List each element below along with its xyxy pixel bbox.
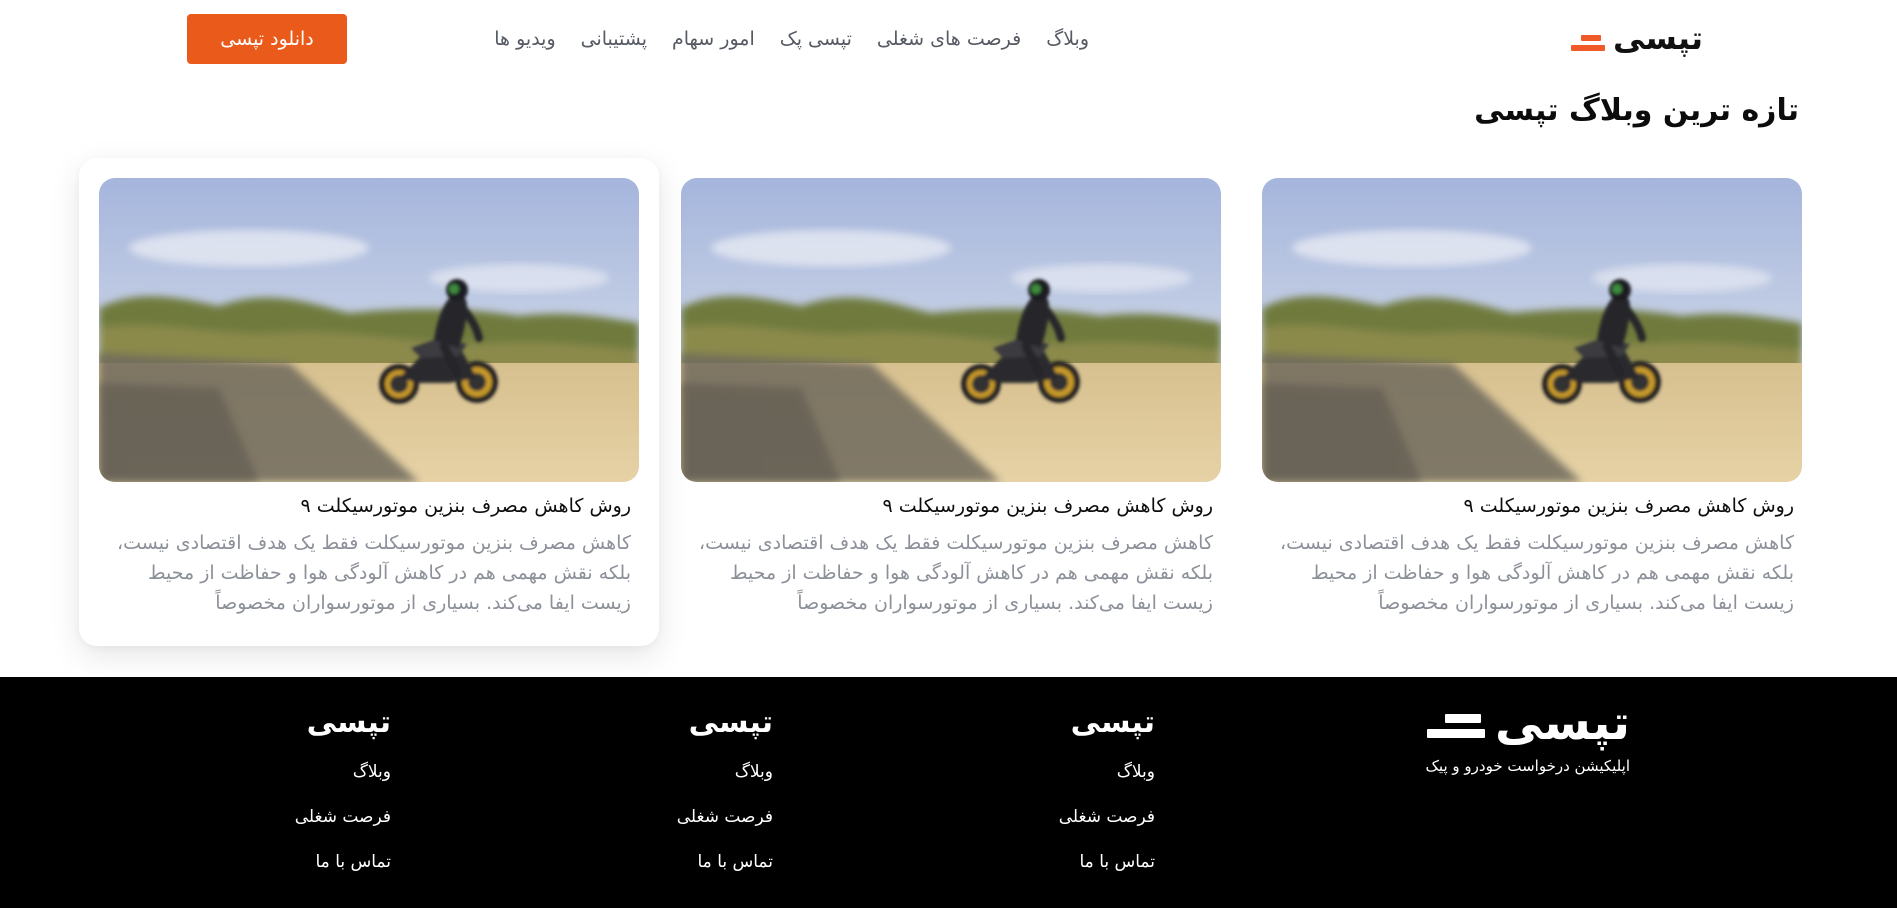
footer-brand: تپسی اپلیکیشن درخواست خودرو و پیک	[1410, 697, 1631, 775]
card-excerpt: کاهش مصرف بنزین موتورسیکلت فقط یک هدف اق…	[116, 532, 631, 614]
tapsi-logo-mark-icon	[1426, 710, 1485, 750]
nav-item-support[interactable]: پشتیبانی	[581, 22, 647, 56]
motorcycle-photo	[1262, 178, 1802, 482]
section-title: تازه ترین وبلاگ تپسی	[1474, 93, 1799, 128]
site-header: تپسی وبلاگ فرصت های شغلی تپسی پک امور سه…	[0, 0, 1897, 78]
nav-item-investor-relations[interactable]: امور سهام	[672, 22, 755, 56]
tapsi-logo-mark-icon	[1570, 31, 1605, 55]
download-app-button[interactable]: دانلود تپسی	[187, 14, 347, 64]
footer-column-title: تپسی	[688, 705, 773, 740]
blog-card[interactable]: روش کاهش مصرف بنزین موتورسیکلت ۹ کاهش مص…	[79, 158, 659, 646]
card-excerpt: کاهش مصرف بنزین موتورسیکلت فقط یک هدف اق…	[1279, 532, 1794, 614]
footer-link-blog[interactable]: وبلاگ	[573, 761, 773, 783]
footer-column: تپسی وبلاگ فرصت شغلی تماس با ما	[573, 703, 773, 896]
footer-column: تپسی وبلاگ فرصت شغلی تماس با ما	[955, 703, 1155, 896]
nav-item-blog[interactable]: وبلاگ	[1046, 22, 1089, 56]
brand-logo[interactable]: تپسی	[1568, 18, 1703, 58]
motorcycle-photo	[681, 178, 1221, 482]
nav-item-tapsi-pack[interactable]: تپسی پک	[780, 22, 852, 56]
main-nav: وبلاگ فرصت های شغلی تپسی پک امور سهام پش…	[494, 22, 1089, 56]
footer-link-careers[interactable]: فرصت شغلی	[955, 806, 1155, 828]
footer-tagline: اپلیکیشن درخواست خودرو و پیک	[1425, 757, 1631, 775]
footer-logo[interactable]: تپسی	[1410, 697, 1630, 749]
footer-link-blog[interactable]: وبلاگ	[191, 761, 391, 783]
footer-column-title: تپسی	[306, 705, 391, 740]
blog-card[interactable]: روش کاهش مصرف بنزین موتورسیکلت ۹ کاهش مص…	[1242, 158, 1822, 646]
card-title[interactable]: روش کاهش مصرف بنزین موتورسیکلت ۹	[689, 492, 1214, 520]
footer-column: تپسی وبلاگ فرصت شغلی تماس با ما	[191, 703, 391, 896]
card-title[interactable]: روش کاهش مصرف بنزین موتورسیکلت ۹	[1270, 492, 1795, 520]
nav-item-videos[interactable]: ویدیو ها	[494, 22, 555, 56]
footer-link-contact[interactable]: تماس با ما	[955, 851, 1156, 873]
motorcycle-photo	[99, 178, 639, 482]
footer-brand-name: تپسی	[1494, 695, 1630, 751]
footer-link-contact[interactable]: تماس با ما	[191, 851, 392, 873]
footer-link-contact[interactable]: تماس با ما	[573, 851, 774, 873]
blog-card[interactable]: روش کاهش مصرف بنزین موتورسیکلت ۹ کاهش مص…	[661, 158, 1241, 646]
footer-link-careers[interactable]: فرصت شغلی	[191, 806, 391, 828]
footer-link-careers[interactable]: فرصت شغلی	[573, 806, 773, 828]
footer-links: وبلاگ فرصت شغلی تماس با ما	[955, 761, 1155, 873]
footer-link-blog[interactable]: وبلاگ	[955, 761, 1155, 783]
brand-name: تپسی	[1612, 19, 1703, 57]
card-excerpt: کاهش مصرف بنزین موتورسیکلت فقط یک هدف اق…	[698, 532, 1213, 614]
footer-links: وبلاگ فرصت شغلی تماس با ما	[573, 761, 773, 873]
card-title[interactable]: روش کاهش مصرف بنزین موتورسیکلت ۹	[107, 492, 632, 520]
site-footer: تپسی اپلیکیشن درخواست خودرو و پیک تپسی و…	[0, 677, 1897, 908]
footer-links: وبلاگ فرصت شغلی تماس با ما	[191, 761, 391, 873]
nav-item-careers[interactable]: فرصت های شغلی	[877, 22, 1021, 56]
footer-column-title: تپسی	[1070, 705, 1155, 740]
